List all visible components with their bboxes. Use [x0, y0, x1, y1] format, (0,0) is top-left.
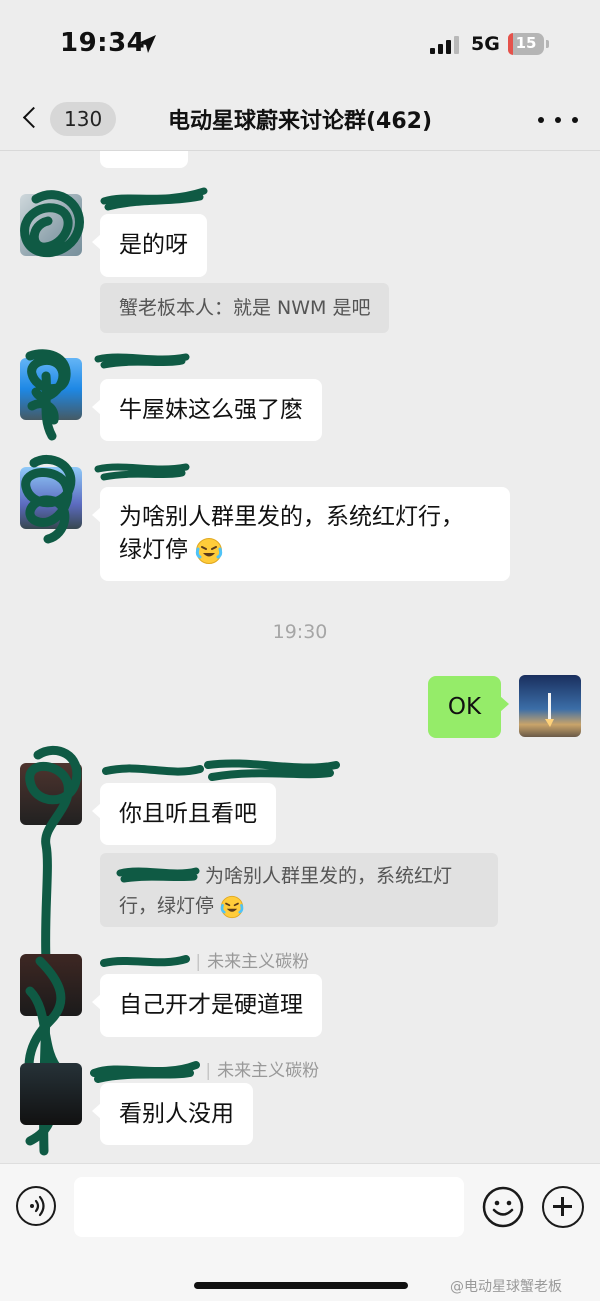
more-dots-icon[interactable] [538, 108, 578, 132]
redaction-scribble [94, 353, 190, 369]
avatar[interactable] [20, 358, 82, 420]
quoted-text: 行，绿灯停 [119, 895, 215, 917]
avatar[interactable] [20, 467, 82, 529]
redaction-scribble [102, 759, 340, 781]
chat-title: 电动星球蔚来讨论群(462) [167, 109, 433, 134]
message-input[interactable] [74, 1177, 464, 1237]
avatar[interactable] [20, 954, 82, 1016]
network-type: 5G [471, 33, 500, 55]
redaction-scribble [100, 955, 190, 967]
quoted-reply[interactable]: 蟹老板本人：就是 NWM 是吧 [100, 283, 390, 333]
redaction-scribble [94, 463, 190, 481]
quoted-reply[interactable]: 为啥别人群里发的，系统红灯 行，绿灯停 [100, 853, 498, 927]
location-arrow-icon [138, 35, 156, 53]
chat-timestamp: 19:30 [272, 621, 328, 643]
avatar[interactable] [20, 1063, 82, 1125]
quoted-text: 蟹老板本人：就是 NWM 是吧 [119, 297, 371, 319]
watermark: @电动星球蟹老板 [450, 1279, 562, 1295]
signal-icon [430, 36, 459, 54]
redaction-scribble [100, 187, 208, 211]
message-text: 你且听且看吧 [119, 801, 257, 827]
member-tag: 未来主义碳粉 [217, 1061, 320, 1081]
laughing-crying-emoji [220, 895, 244, 918]
message-bubble[interactable]: 自己开才是硬道理 [92, 974, 322, 1037]
emoji-icon[interactable] [482, 1186, 524, 1228]
home-indicator[interactable] [194, 1282, 408, 1289]
chat-header: 130 电动星球蔚来讨论群(462) [0, 90, 600, 151]
plus-icon[interactable] [542, 1186, 584, 1228]
back-button[interactable]: 130 [22, 98, 117, 142]
message-text: 自己开才是硬道理 [119, 992, 303, 1018]
chevron-left-icon [22, 106, 45, 129]
status-bar: 19:34 5G 15 [0, 0, 600, 90]
sender-name: | 未来主义碳粉 [90, 1056, 320, 1083]
message-text: 是的呀 [119, 232, 188, 258]
message-list[interactable]: 是的呀 蟹老板本人：就是 NWM 是吧 牛屋妹这么强了麽 为啥别人群里发的，系统… [0, 151, 600, 1163]
rocket-launch-image [545, 693, 554, 727]
message-text: 看别人没用 [119, 1101, 234, 1127]
own-avatar[interactable] [519, 675, 581, 737]
message-bubble[interactable]: 是的呀 [92, 214, 207, 277]
message-text: 为啥别人群里发的，系统红灯行， [119, 504, 464, 530]
laughing-crying-emoji [196, 537, 223, 564]
unread-count-badge: 130 [50, 102, 117, 136]
message-text: 绿灯停 [119, 537, 188, 563]
message-bubble-partial[interactable] [100, 151, 188, 168]
avatar[interactable] [20, 763, 82, 825]
message-text: 牛屋妹这么强了麽 [119, 397, 303, 423]
message-bubble[interactable]: 为啥别人群里发的，系统红灯行， 绿灯停 [92, 487, 510, 581]
battery-level: 15 [515, 34, 537, 52]
status-time: 19:34 [60, 28, 146, 58]
member-tag: 未来主义碳粉 [207, 952, 310, 972]
message-bubble[interactable]: 看别人没用 [92, 1083, 253, 1145]
message-bubble[interactable]: 牛屋妹这么强了麽 [92, 379, 322, 441]
message-bubble[interactable]: 你且听且看吧 [92, 783, 276, 845]
own-message-bubble[interactable]: OK [428, 676, 509, 738]
quoted-text: 为啥别人群里发的，系统红灯 [205, 865, 453, 887]
redaction-scribble [90, 1061, 200, 1083]
battery-icon: 15 [508, 33, 544, 55]
sender-name: | 未来主义碳粉 [100, 947, 309, 973]
avatar[interactable] [20, 194, 82, 256]
battery-tip [546, 40, 549, 48]
input-bar: @电动星球蟹老板 [0, 1163, 600, 1301]
voice-icon[interactable] [16, 1186, 56, 1226]
message-text: OK [447, 694, 482, 720]
